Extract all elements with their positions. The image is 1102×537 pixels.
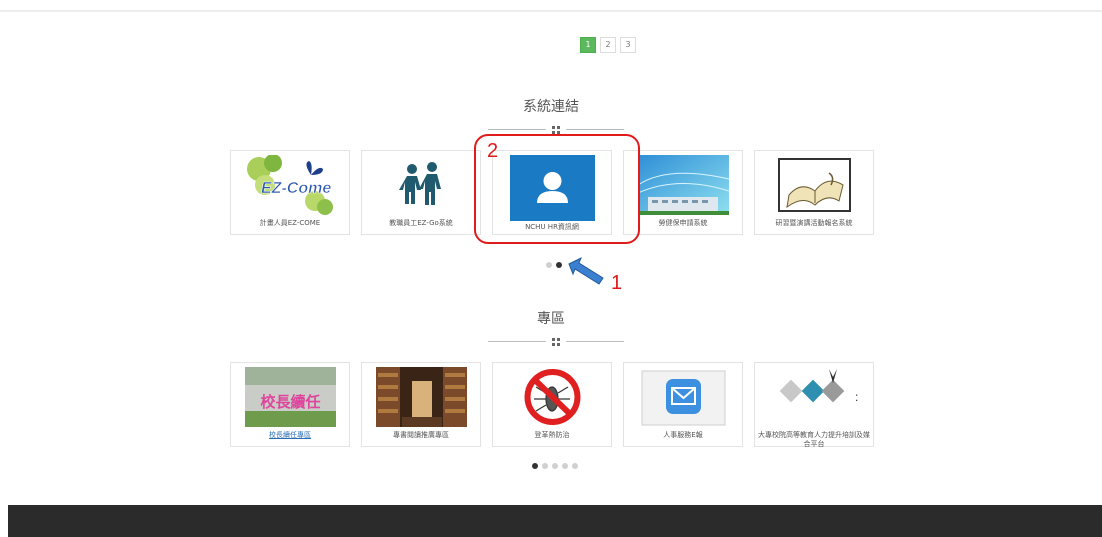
svg-text:校長續任: 校長續任	[260, 393, 320, 411]
page-3-button[interactable]: 3	[620, 37, 636, 53]
card-higher-education-platform[interactable]: : 大專校院高等教育人力提升培訓及媒合平台	[754, 362, 874, 448]
card-caption: 教職員工EZ-Go系統	[389, 219, 453, 227]
open-book-icon	[769, 155, 860, 215]
svg-text:EZ-Come: EZ-Come	[261, 180, 331, 197]
card-caption: 大專校院高等教育人力提升培訓及媒合平台	[758, 431, 870, 448]
page-1-button[interactable]: 1	[580, 37, 596, 53]
card-labor-health-insurance[interactable]: 勞健保申請系統	[623, 150, 743, 235]
zone-title: 專區	[537, 311, 565, 327]
card-caption: 勞健保申請系統	[658, 219, 708, 227]
card-caption: 專書閱讀推廣專區	[393, 431, 449, 439]
bookshelf-image	[376, 367, 467, 427]
insurance-banner-image	[638, 155, 729, 215]
card-caption: 登革熱防治	[534, 431, 570, 439]
card-hr-e-newsletter[interactable]: 人事服務E報	[623, 362, 743, 447]
page-2-button[interactable]: 2	[600, 37, 616, 53]
system-links-carousel-dots	[546, 262, 562, 268]
carousel-dot[interactable]	[546, 262, 552, 268]
grid-icon	[552, 338, 560, 346]
card-president-reappointment[interactable]: 校長續任 校長續任專區	[230, 362, 350, 447]
card-caption: 計畫人員EZ-COME	[259, 219, 321, 227]
svg-text::: :	[855, 390, 858, 404]
card-workshop-registration[interactable]: 研習暨演講活動報名系統	[754, 150, 874, 235]
grid-icon	[552, 126, 560, 134]
card-ez-go[interactable]: 教職員工EZ-Go系統	[361, 150, 481, 235]
ez-come-logo: EZ-Come	[245, 155, 336, 215]
zone-carousel-dots	[532, 463, 578, 469]
platform-logo: :	[769, 367, 860, 427]
system-links-title: 系統連結	[523, 99, 579, 115]
card-caption: 研習暨演講活動報名系統	[775, 219, 853, 227]
page-footer	[8, 505, 1102, 537]
carousel-dot-active[interactable]	[532, 463, 538, 469]
zone-row: 校長續任 校長續任專區 專書閱讀推廣專區 登革熱防治 人事服務E報: 大專校院…	[230, 362, 874, 448]
annotation-label-1: 1	[611, 272, 623, 294]
annotation-highlight-box	[474, 134, 640, 244]
top-divider-line	[0, 10, 1102, 12]
annotation-arrow-icon	[568, 256, 604, 285]
carousel-dot[interactable]	[542, 463, 548, 469]
walking-people-icon	[376, 155, 467, 215]
card-dengue-prevention[interactable]: 登革熱防治	[492, 362, 612, 447]
card-caption: 人事服務E報	[663, 431, 703, 439]
card-book-reading[interactable]: 專書閱讀推廣專區	[361, 362, 481, 447]
section-divider	[488, 337, 624, 347]
card-ez-come[interactable]: EZ-Come 計畫人員EZ-COME	[230, 150, 350, 235]
pagination: 1 2 3	[580, 37, 636, 53]
carousel-dot-active[interactable]	[556, 262, 562, 268]
no-mosquito-icon	[507, 367, 598, 427]
campus-banner-image: 校長續任	[245, 367, 336, 427]
carousel-dot[interactable]	[562, 463, 568, 469]
mail-icon	[638, 367, 729, 427]
annotation-label-2: 2	[487, 140, 499, 162]
card-caption-link[interactable]: 校長續任專區	[233, 431, 347, 440]
carousel-dot[interactable]	[552, 463, 558, 469]
carousel-dot[interactable]	[572, 463, 578, 469]
